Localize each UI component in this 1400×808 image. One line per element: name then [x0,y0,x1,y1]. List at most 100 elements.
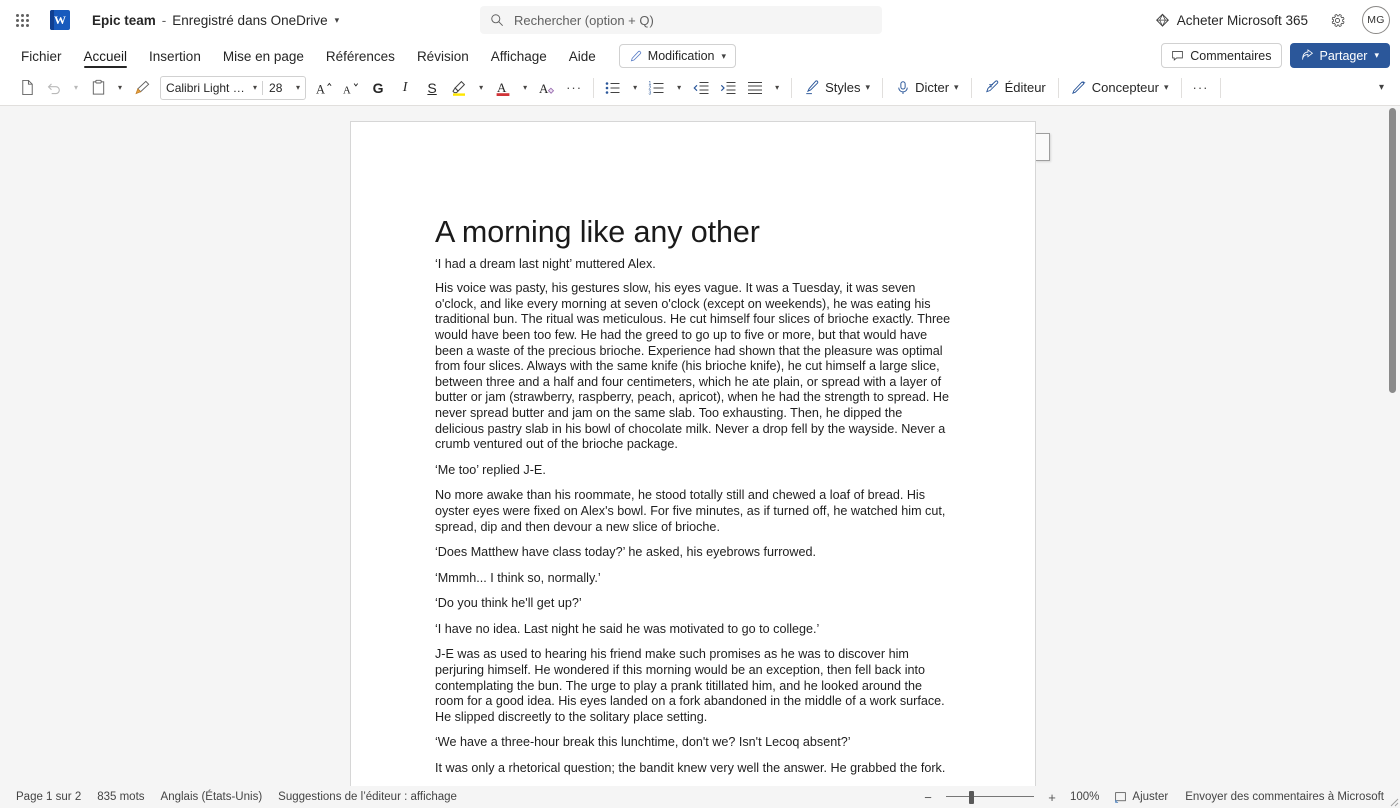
tab-fichier[interactable]: Fichier [10,46,73,70]
new-document-button[interactable] [14,74,40,102]
avatar[interactable]: MG [1362,6,1390,34]
document-name: Epic team [92,13,156,28]
settings-button[interactable] [1322,5,1352,35]
dictate-button[interactable]: Dicter ▾ [889,74,964,102]
zoom-level[interactable]: 100% [1064,789,1105,805]
document-paragraph: His voice was pasty, his gestures slow, … [435,281,951,453]
tab-affichage[interactable]: Affichage [480,46,558,70]
status-bar-right-group: − + 100% Ajuster Envoyer des commentaire… [918,788,1392,806]
undo-icon [46,79,63,96]
vertical-scrollbar[interactable] [1387,106,1397,786]
page-indicator[interactable]: Page 1 sur 2 [8,789,89,805]
tab-aide[interactable]: Aide [558,46,607,70]
document-body[interactable]: A morning like any other ‘I had a dream … [351,122,1035,786]
chevron-down-icon: ▾ [476,83,486,92]
document-title: A morning like any other [435,214,951,251]
tabs-right-group: Commentaires Partager ▾ [1161,43,1390,68]
font-size-dropdown[interactable]: ▾ [294,77,305,99]
ribbon-divider [593,78,594,98]
app-launcher-button[interactable] [8,6,36,34]
more-font-options-button[interactable]: ··· [561,74,587,102]
svg-text:A: A [343,85,351,96]
format-painter-button[interactable] [129,74,155,102]
grow-font-button[interactable]: A [311,74,337,102]
align-dropdown[interactable]: ▾ [769,74,785,102]
bullet-list-dropdown[interactable]: ▾ [627,74,643,102]
editor-suggestions-indicator[interactable]: Suggestions de l’éditeur : affichage [270,789,465,805]
undo-button[interactable] [41,74,67,102]
tab-revision[interactable]: Révision [406,46,480,70]
editor-label: Éditeur [1005,80,1046,95]
font-controls: Calibri Light (tit... ▾ 28 ▾ [160,76,306,100]
font-color-icon: A [494,79,512,97]
zoom-in-button[interactable]: + [1042,788,1062,806]
svg-text:A: A [539,81,549,96]
word-icon[interactable]: W [50,10,70,30]
font-color-button[interactable]: A [490,74,516,102]
scrollbar-thumb[interactable] [1389,108,1396,393]
align-icon [746,79,764,97]
font-color-dropdown[interactable]: ▾ [517,74,533,102]
avatar-initials: MG [1367,14,1385,26]
document-workspace: A morning like any other ‘I had a dream … [0,106,1400,786]
zoom-slider-handle[interactable] [969,791,974,804]
undo-dropdown[interactable]: ▾ [68,74,84,102]
send-feedback-button[interactable]: Envoyer des commentaires à Microsoft [1177,789,1392,805]
numbered-list-dropdown[interactable]: ▾ [671,74,687,102]
comment-icon [1171,49,1184,62]
zoom-slider[interactable] [946,788,1034,806]
side-pane-tab[interactable] [1035,133,1050,161]
ribbon-tabs: Fichier Accueil Insertion Mise en page R… [0,40,1400,70]
italic-button[interactable]: I [392,74,418,102]
font-size-input[interactable]: 28 [262,81,294,95]
fit-page-icon [1114,791,1127,804]
title-separator: - [162,13,167,28]
comments-button[interactable]: Commentaires [1161,43,1281,68]
shrink-font-button[interactable]: A [338,74,364,102]
designer-button[interactable]: Concepteur ▾ [1065,74,1175,102]
ribbon-toolbar: ▾ ▾ Calibri Light (tit... ▾ 28 ▾ A A G I [0,70,1400,106]
chevron-down-icon: ▾ [1164,82,1169,93]
format-painter-icon [134,79,151,96]
increase-indent-button[interactable] [715,74,741,102]
tab-accueil[interactable]: Accueil [73,46,139,70]
font-name-dropdown[interactable]: ▾ [251,77,262,99]
document-paragraph: ‘We have a three-hour break this lunchti… [435,735,951,751]
fit-page-button[interactable]: Ajuster [1107,789,1175,806]
editor-button[interactable]: Éditeur [978,74,1052,102]
clear-formatting-button[interactable]: A [534,74,560,102]
zoom-out-button[interactable]: − [918,788,938,806]
share-button[interactable]: Partager ▾ [1290,43,1390,68]
new-document-icon [19,79,36,96]
zoom-slider-track [946,796,1034,797]
numbered-list-button[interactable]: 123 [644,74,670,102]
editing-mode-button[interactable]: Modification ▾ [619,44,736,68]
highlight-button[interactable] [446,74,472,102]
document-page[interactable]: A morning like any other ‘I had a dream … [351,122,1035,786]
word-icon-letter: W [54,14,66,26]
buy-microsoft-365-button[interactable]: Acheter Microsoft 365 [1147,8,1316,33]
tab-references[interactable]: Références [315,46,406,70]
language-indicator[interactable]: Anglais (États-Unis) [153,789,271,805]
highlight-dropdown[interactable]: ▾ [473,74,489,102]
underline-button[interactable]: S [419,74,445,102]
save-status: Enregistré dans OneDrive [172,13,327,28]
font-name-input[interactable]: Calibri Light (tit... [161,81,251,95]
resize-grip[interactable] [1387,795,1399,807]
styles-button[interactable]: Styles ▾ [798,74,876,102]
bold-button[interactable]: G [365,74,391,102]
chevron-down-icon: ▾ [253,83,257,92]
search-icon [490,13,504,27]
paste-dropdown[interactable]: ▾ [112,74,128,102]
bullet-list-button[interactable] [600,74,626,102]
search-box[interactable]: Rechercher (option + Q) [480,6,882,34]
tab-mise-en-page[interactable]: Mise en page [212,46,315,70]
collapse-ribbon-button[interactable]: ▾ [1375,78,1388,97]
align-button[interactable] [742,74,768,102]
word-count[interactable]: 835 mots [89,789,152,805]
tab-insertion[interactable]: Insertion [138,46,212,70]
paste-button[interactable] [85,74,111,102]
document-title-menu[interactable]: Epic team - Enregistré dans OneDrive ▾ [86,10,345,31]
more-commands-button[interactable]: ··· [1188,74,1214,102]
decrease-indent-button[interactable] [688,74,714,102]
